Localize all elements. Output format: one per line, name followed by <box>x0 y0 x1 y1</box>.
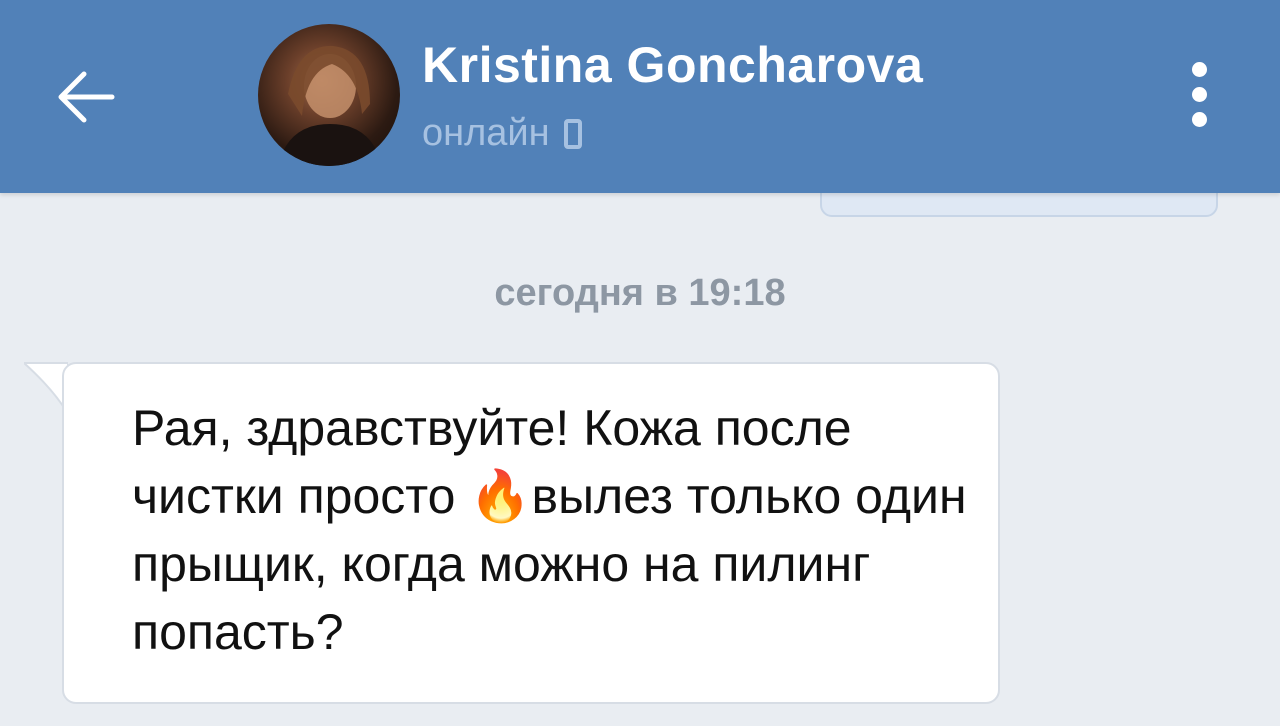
chat-header: Kristina Goncharova онлайн <box>0 0 1280 193</box>
arrow-left-icon <box>40 52 130 142</box>
incoming-message[interactable]: Рая, здравствуйте! Кожа после чистки про… <box>24 362 1000 704</box>
back-button[interactable] <box>40 52 130 142</box>
kebab-menu-icon <box>1192 112 1207 127</box>
online-status: онлайн <box>422 112 582 155</box>
contact-name[interactable]: Kristina Goncharova <box>422 36 923 94</box>
date-separator: сегодня в 19:18 <box>494 272 786 314</box>
kebab-menu-icon <box>1192 62 1207 77</box>
more-menu-button[interactable] <box>1180 60 1220 130</box>
status-text: онлайн <box>422 112 550 154</box>
message-bubble[interactable]: Рая, здравствуйте! Кожа после чистки про… <box>62 362 1000 704</box>
message-text: Рая, здравствуйте! Кожа после чистки про… <box>132 400 967 660</box>
kebab-menu-icon <box>1192 87 1207 102</box>
phone-icon <box>563 118 582 149</box>
avatar[interactable] <box>258 24 400 166</box>
